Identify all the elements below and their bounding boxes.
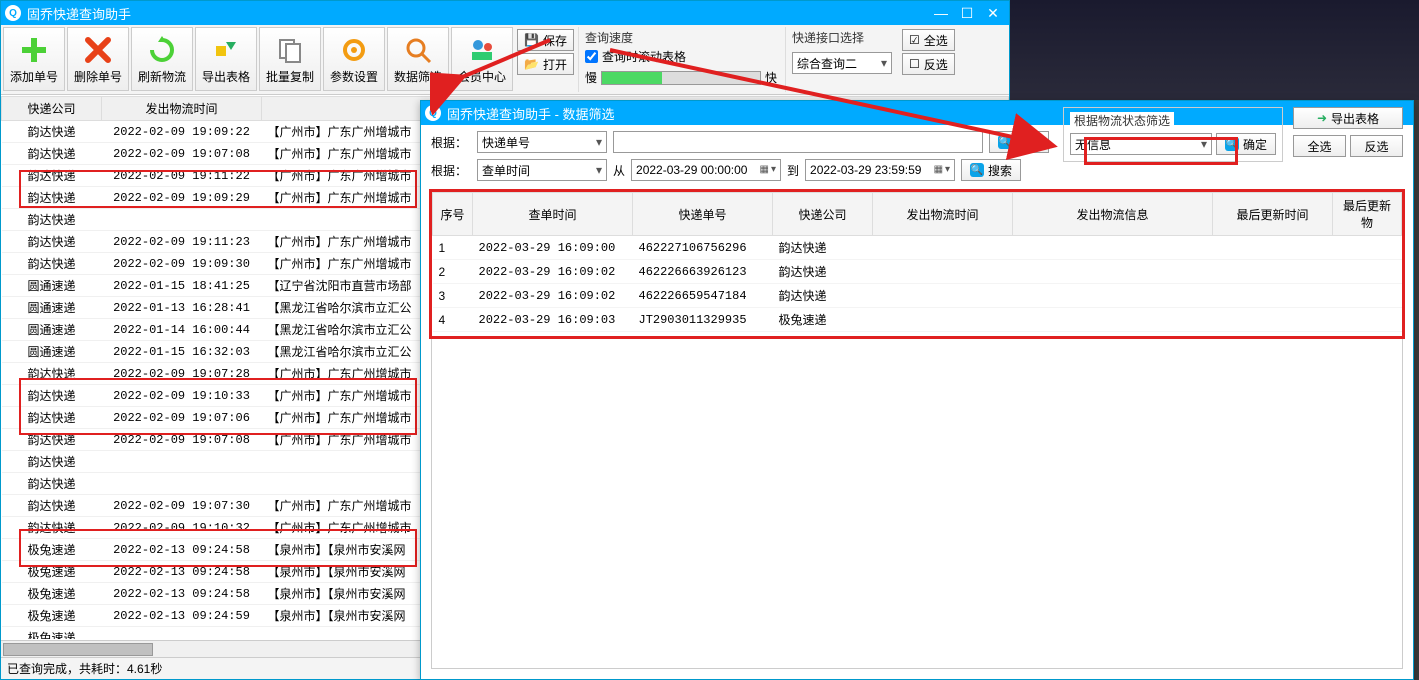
main-title: 固乔快递查询助手	[27, 4, 929, 23]
search-icon: 🔍	[970, 163, 984, 177]
refresh-button[interactable]: 刷新物流	[131, 27, 193, 91]
check-icon: ☐	[909, 57, 920, 71]
status-filter-fieldset: 根据物流状态筛选 无信息 🔍确定	[1063, 107, 1283, 162]
search-icon: 🔍	[1225, 137, 1239, 151]
export-button[interactable]: 导出表格	[195, 27, 257, 91]
filter-field-select[interactable]: 快递单号	[477, 131, 607, 153]
search-button-2[interactable]: 🔍搜索	[961, 159, 1021, 181]
app-icon: Q	[425, 105, 441, 121]
table-row[interactable]: 32022-03-29 16:09:02462226659547184韵达快递	[433, 284, 1402, 308]
refresh-icon	[146, 34, 178, 66]
plus-icon	[18, 34, 50, 66]
minimize-button[interactable]: —	[929, 4, 953, 22]
scroll-checkbox[interactable]	[585, 50, 598, 63]
col-company[interactable]: 快递公司	[2, 97, 102, 121]
col-trackno[interactable]: 快递单号	[633, 193, 773, 236]
filter-field-select-2[interactable]: 查单时间	[477, 159, 607, 181]
speed-slider[interactable]	[601, 71, 761, 85]
speed-group: 查询速度 查询时滚动表格 慢 快	[578, 27, 783, 92]
check-icon: ☑	[909, 33, 920, 47]
maximize-button[interactable]: ☐	[955, 4, 979, 22]
to-date-input[interactable]: 2022-03-29 23:59:59	[805, 159, 955, 181]
status-select[interactable]: 无信息	[1070, 133, 1212, 155]
params-button[interactable]: 参数设置	[323, 27, 385, 91]
table-row[interactable]: 42022-03-29 16:09:03JT2903011329935极兔速递	[433, 308, 1402, 332]
floppy-icon: 💾	[524, 33, 539, 47]
filter-window: Q 固乔快递查询助手 - 数据筛选 — ☐ ✕ 根据： 快递单号 🔍搜索 根据：…	[420, 100, 1414, 680]
export-icon	[210, 34, 242, 66]
col-sendinfo[interactable]: 发出物流信息	[1013, 193, 1213, 236]
col-querytime[interactable]: 查单时间	[473, 193, 633, 236]
col-seq[interactable]: 序号	[433, 193, 473, 236]
filter-button[interactable]: 数据筛选	[387, 27, 449, 91]
copy-icon	[274, 34, 306, 66]
interface-group: 快递接口选择 综合查询二	[785, 27, 898, 92]
people-icon	[466, 34, 498, 66]
select-all-button[interactable]: ☑全选	[902, 29, 955, 51]
table-row[interactable]: 22022-03-29 16:09:02462226663926123韵达快递	[433, 260, 1402, 284]
main-titlebar: Q 固乔快递查询助手 — ☐ ✕	[1, 1, 1009, 25]
col-lastupdate[interactable]: 最后更新时间	[1213, 193, 1333, 236]
export-table-button[interactable]: ➜导出表格	[1293, 107, 1403, 129]
invert-select-button[interactable]: ☐反选	[902, 53, 955, 75]
confirm-button[interactable]: 🔍确定	[1216, 133, 1276, 155]
filter-table: 序号 查单时间 快递单号 快递公司 发出物流时间 发出物流信息 最后更新时间 最…	[431, 191, 1403, 669]
gear-icon	[338, 34, 370, 66]
save-button[interactable]: 💾保存	[517, 29, 574, 51]
search-button-1[interactable]: 🔍搜索	[989, 131, 1049, 153]
funnel-icon	[402, 34, 434, 66]
x-icon	[82, 34, 114, 66]
from-date-input[interactable]: 2022-03-29 00:00:00	[631, 159, 781, 181]
open-button[interactable]: 📂打开	[517, 53, 574, 75]
interface-select[interactable]: 综合查询二	[792, 52, 892, 74]
invert-select-button[interactable]: 反选	[1350, 135, 1403, 157]
add-button[interactable]: 添加单号	[3, 27, 65, 91]
select-all-button[interactable]: 全选	[1293, 135, 1346, 157]
batch-copy-button[interactable]: 批量复制	[259, 27, 321, 91]
table-row[interactable]: 12022-03-29 16:09:00462227106756296韵达快递	[433, 236, 1402, 260]
member-button[interactable]: 会员中心	[451, 27, 513, 91]
close-button[interactable]: ✕	[981, 4, 1005, 22]
col-sendtime[interactable]: 发出物流时间	[102, 97, 262, 121]
col-company[interactable]: 快递公司	[773, 193, 873, 236]
by-label: 根据：	[431, 162, 471, 179]
export-icon: ➜	[1317, 111, 1327, 125]
by-label: 根据：	[431, 134, 471, 151]
app-icon: Q	[5, 5, 21, 21]
col-lastupdateinfo[interactable]: 最后更新物	[1333, 193, 1402, 236]
col-sendtime[interactable]: 发出物流时间	[873, 193, 1013, 236]
main-toolbar: 添加单号 删除单号 刷新物流 导出表格 批量复制 参数设置 数据筛选 会员中心	[1, 25, 1009, 95]
filter-text-input[interactable]	[613, 131, 983, 153]
folder-icon: 📂	[524, 57, 539, 71]
search-icon: 🔍	[998, 135, 1012, 149]
delete-button[interactable]: 删除单号	[67, 27, 129, 91]
